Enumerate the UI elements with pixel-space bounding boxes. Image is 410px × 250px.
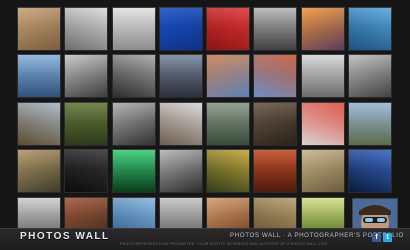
thumbnail-gloss [206,196,251,217]
thumbnail-gloss [348,7,393,27]
thumbnail-gloss [158,7,203,27]
thumbnail-gloss [111,149,156,169]
photo-thumbnail-street-people[interactable] [158,54,203,99]
photo-thumbnail-round-stone[interactable] [206,101,251,146]
thumbnail-gloss [253,101,298,122]
photo-thumbnail-green-water[interactable] [64,101,109,146]
photo-thumbnail-desert-rocks[interactable] [206,54,251,99]
thumbnail-gloss [253,7,298,27]
thumbnail-gloss [111,7,156,27]
photo-thumbnail-blue-sky-horizon[interactable] [158,7,203,51]
photo-thumbnail-city-skyline-bw[interactable] [253,7,298,51]
thumbnail-gloss [64,196,109,217]
photo-thumbnail-running-person[interactable] [158,101,203,146]
photo-thumbnail-couple-portrait[interactable] [253,101,298,146]
thumbnail-gloss [158,101,203,122]
thumbnail-gloss [111,196,156,217]
thumbnail-gloss [348,101,393,122]
thumbnail-gloss [64,149,109,169]
thumbnail-gloss [64,7,109,27]
site-logo[interactable]: PHOTOS WALL [20,231,110,242]
thumbnail-gloss [206,101,251,122]
photo-thumbnail-woman-red[interactable] [300,101,345,146]
photo-thumbnail-ferris-wheel[interactable] [17,54,61,99]
photo-thumbnail-escalator-bw[interactable] [158,149,203,194]
photo-thumbnail-rope-knot[interactable] [17,7,61,51]
photo-thumbnail-boat-bw[interactable] [111,54,156,99]
thumbnail-gloss [253,196,298,217]
photo-thumbnail-building-bw[interactable] [64,7,109,51]
thumbnail-gloss [64,101,109,122]
thumbnail-gloss [17,196,61,217]
thumbnail-gloss [111,101,156,122]
thumbnail-gloss [348,149,393,169]
thumbnail-gloss [206,54,251,75]
copyright-notice: PHOTO REPRODUCTION PROHIBITED. YOUR RIGH… [120,242,328,246]
photo-thumbnail-hands-bw[interactable] [111,101,156,146]
photo-thumbnail-red-interior[interactable] [253,149,298,194]
thumbnail-gloss [206,7,251,27]
thumbnail-gloss [158,196,203,217]
thumbnail-gloss [348,54,393,75]
photo-thumbnail-palace[interactable] [348,101,393,146]
photo-thumbnail-glass-sphere[interactable] [300,54,345,99]
photo-thumbnail-red-mountain[interactable] [253,54,298,99]
thumbnail-gloss [300,101,345,122]
photo-thumbnail-red-seats[interactable] [206,7,251,51]
thumbnail-gloss [17,54,61,75]
photo-thumbnail-skyscrapers[interactable] [348,149,393,194]
thumbnail-gloss [300,54,345,75]
thumbnail-gloss [253,54,298,75]
photo-thumbnail-silhouette-door[interactable] [64,149,109,194]
thumbnail-gloss [158,54,203,75]
photo-thumbnail-palm-trees[interactable] [348,7,393,51]
photo-thumbnail-elephant[interactable] [300,149,345,194]
thumbnail-gloss [300,196,345,217]
thumbnail-gloss [17,7,61,27]
photo-thumbnail-palm-leaves[interactable] [206,149,251,194]
photo-grid [17,7,393,241]
thumbnail-gloss [300,7,345,27]
thumbnail-gloss [17,149,61,169]
facebook-icon[interactable]: f [372,233,381,242]
photo-thumbnail-acacia-tree[interactable] [17,101,61,146]
thumbnail-gloss [17,101,61,122]
thumbnail-gloss [206,149,251,169]
photo-thumbnail-sunset-sky[interactable] [300,7,345,51]
thumbnail-gloss [253,149,298,169]
photo-thumbnail-skater-bw[interactable] [111,7,156,51]
photo-thumbnail-cat-face[interactable] [17,149,61,194]
thumbnail-gloss [158,149,203,169]
thumbnail-gloss [300,149,345,169]
photo-thumbnail-green-corridor[interactable] [111,149,156,194]
photo-thumbnail-pier-bw[interactable] [348,54,393,99]
thumbnail-gloss [64,54,109,75]
thumbnail-gloss [111,54,156,75]
photo-thumbnail-tv-screen-bw[interactable] [64,54,109,99]
twitter-icon[interactable]: t [383,233,392,242]
